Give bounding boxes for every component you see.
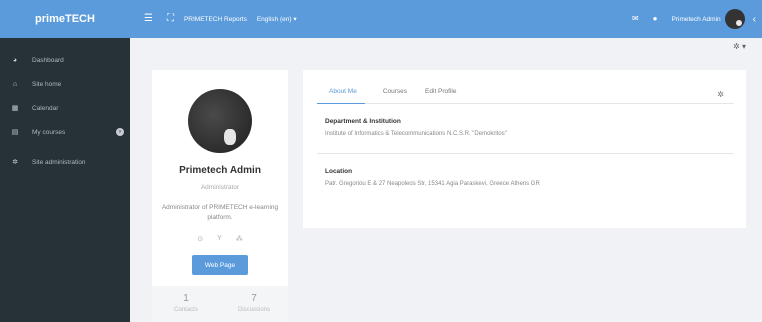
tab-about-me[interactable]: About Me	[317, 84, 365, 104]
sidebar-item-dashboard[interactable]: ◕ Dashboard	[0, 48, 130, 72]
sidebar-item-label: Site home	[32, 80, 62, 88]
stat-discussions[interactable]: 7 Discussions	[220, 286, 288, 322]
profile-card: Primetech Admin Administrator Administra…	[152, 70, 288, 322]
stat-label: Discussions	[237, 307, 270, 313]
gear-icon[interactable]: ✲	[717, 90, 724, 99]
divider	[317, 153, 734, 154]
profile-info-card: About Me Courses Edit Profile ✲ Departme…	[303, 70, 746, 228]
envelope-icon[interactable]: ✉	[632, 15, 639, 23]
expand-icon[interactable]: ⛶	[167, 14, 174, 24]
expand-badge[interactable]: ›	[116, 128, 124, 136]
skype-icon[interactable]: ⊙	[197, 235, 203, 243]
stat-value: 1	[183, 293, 189, 304]
sidebar-item-label: Site administration	[32, 158, 86, 166]
sidebar: ◕ Dashboard ⌂ Site home ▦ Calendar ▤ My …	[0, 38, 130, 322]
tab-edit-profile[interactable]: Edit Profile	[425, 84, 456, 104]
dashboard-icon: ◕	[12, 56, 18, 64]
tab-courses[interactable]: Courses	[383, 84, 407, 104]
language-label: English (en)	[256, 16, 292, 23]
yahoo-icon[interactable]: Y	[217, 235, 222, 243]
sidebar-item-site-home[interactable]: ⌂ Site home	[0, 72, 130, 96]
stat-contacts[interactable]: 1 Contacts	[152, 286, 220, 322]
reports-link[interactable]: PRIMETECH Reports	[184, 16, 247, 23]
chevron-left-icon[interactable]: ‹	[753, 14, 756, 25]
page-settings-gear-icon[interactable]: ✲ ▾	[733, 42, 746, 51]
sidebar-item-label: My courses	[32, 128, 66, 136]
profile-avatar	[188, 89, 252, 153]
sidebar-item-my-courses[interactable]: ▤ My courses ›	[0, 120, 130, 144]
language-selector[interactable]: English (en) ▾	[257, 15, 297, 23]
profile-name: Primetech Admin	[179, 165, 261, 176]
department-text: Institute of Informatics & Telecommunica…	[325, 131, 507, 137]
contact-icons: ⊙ Y ⁂	[152, 235, 288, 243]
sidebar-item-label: Dashboard	[32, 56, 64, 64]
sidebar-item-site-administration[interactable]: ✲ Site administration	[0, 150, 130, 174]
location-title: Location	[325, 168, 353, 175]
user-menu-name[interactable]: Primetech Admin	[672, 16, 721, 23]
gear-icon: ✲	[12, 159, 18, 166]
hamburger-icon[interactable]: ☰	[144, 14, 153, 24]
chevron-down-icon: ▾	[293, 16, 297, 23]
sidebar-item-calendar[interactable]: ▦ Calendar	[0, 96, 130, 120]
stat-value: 7	[251, 293, 257, 304]
brand-logo[interactable]: primeTECH	[0, 0, 130, 38]
home-icon: ⌂	[12, 80, 18, 88]
profile-tabs: About Me Courses Edit Profile	[317, 84, 734, 104]
web-page-button[interactable]: Web Page	[192, 255, 248, 275]
bell-icon[interactable]: ●	[653, 15, 658, 23]
stat-label: Contacts	[174, 307, 198, 313]
profile-role: Administrator	[200, 184, 240, 191]
msn-icon[interactable]: ⁂	[236, 235, 243, 243]
profile-stats: 1 Contacts 7 Discussions	[152, 286, 288, 322]
courses-icon: ▤	[11, 129, 19, 136]
calendar-icon: ▦	[11, 105, 19, 112]
top-navbar: primeTECH ☰ ⛶ PRIMETECH Reports English …	[0, 0, 762, 38]
profile-description: Administrator of PRIMETECH e-learning pl…	[161, 204, 279, 221]
location-text: Patr. Gregoriou E & 27 Neapoleos Str, 15…	[325, 181, 540, 187]
avatar[interactable]	[724, 9, 745, 29]
department-title: Department & Institution	[325, 118, 401, 125]
sidebar-item-label: Calendar	[32, 104, 59, 112]
